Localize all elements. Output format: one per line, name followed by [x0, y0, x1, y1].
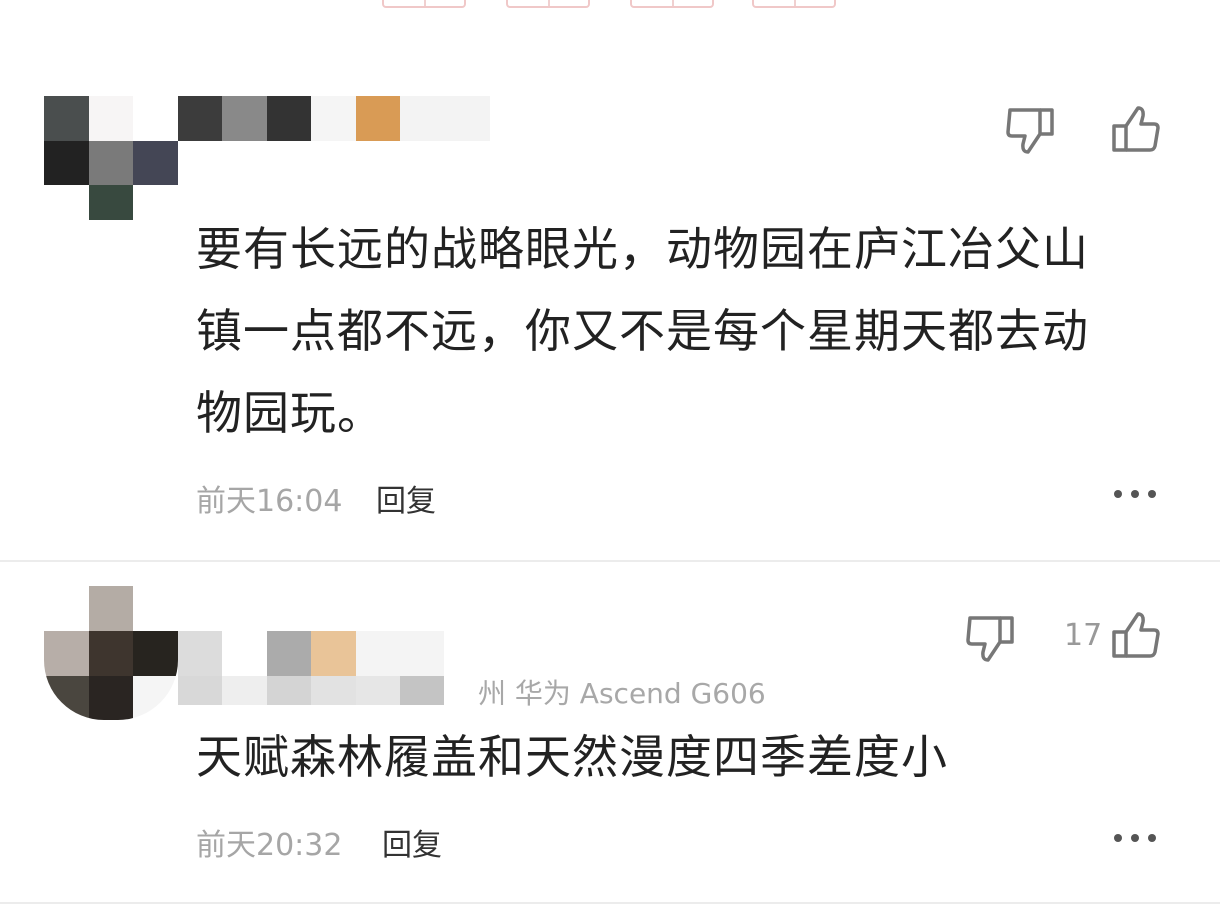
thumbs-up-icon	[1112, 612, 1160, 658]
more-options-button[interactable]	[1114, 488, 1156, 500]
username[interactable]	[178, 96, 490, 141]
thumbs-down-icon	[1006, 108, 1054, 154]
divider	[0, 560, 1220, 562]
dislike-button[interactable]	[964, 612, 1016, 664]
top-tab-pill[interactable]	[752, 0, 836, 8]
top-tab-pill[interactable]	[630, 0, 714, 8]
more-options-button[interactable]	[1114, 832, 1156, 844]
thumbs-down-icon	[966, 616, 1014, 662]
comment-text: 天赋森林履盖和天然漫度四季差度小	[196, 716, 948, 798]
comment-time: 前天20:32	[196, 828, 343, 863]
comment-time: 前天16:04	[196, 484, 343, 519]
reply-button[interactable]: 回复	[382, 820, 442, 864]
top-tab-pill[interactable]	[506, 0, 590, 8]
dislike-button[interactable]	[1004, 104, 1056, 156]
thumbs-up-icon	[1112, 106, 1160, 152]
more-dots-icon	[1114, 490, 1122, 498]
avatar[interactable]	[44, 96, 178, 220]
comment-line: 物园玩。	[196, 386, 384, 440]
reply-button[interactable]: 回复	[376, 476, 436, 520]
like-button[interactable]	[1110, 104, 1162, 156]
comment-line: 要有长远的战略眼光，动物园在庐江冶父山	[196, 222, 1089, 276]
like-count: 17	[1064, 618, 1103, 653]
more-dots-icon	[1114, 834, 1122, 842]
avatar[interactable]	[44, 586, 178, 720]
comment-line: 镇一点都不远，你又不是每个星期天都去动	[196, 304, 1089, 358]
top-tab-pill[interactable]	[382, 0, 466, 8]
device-info: 州 华为 Ascend G606	[478, 677, 766, 710]
divider	[0, 902, 1220, 904]
comment-text: 要有长远的战略眼光，动物园在庐江冶父山 镇一点都不远，你又不是每个星期天都去动 …	[196, 208, 1089, 454]
comment-line: 天赋森林履盖和天然漫度四季差度小	[196, 730, 948, 784]
username[interactable]	[178, 631, 478, 705]
like-button[interactable]	[1110, 610, 1162, 662]
